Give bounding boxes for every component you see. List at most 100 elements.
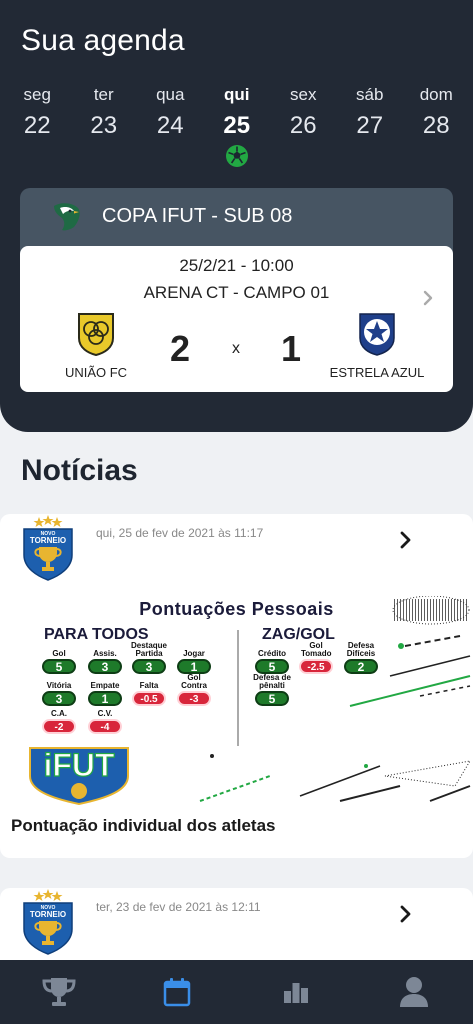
- score-item: Jogar 1: [176, 650, 212, 674]
- day-sex[interactable]: sex 26: [270, 84, 337, 168]
- news-headline: Pontuação individual dos atletas: [11, 816, 276, 835]
- day-name: qua: [156, 85, 185, 104]
- score-label: Crédito: [258, 649, 286, 658]
- away-score: 1: [281, 328, 302, 369]
- match-date: 25/2/21 - 10:00: [179, 256, 294, 275]
- day-dom[interactable]: dom 28: [403, 84, 470, 168]
- score-label: C.V.: [97, 709, 113, 718]
- score-value: 5: [42, 659, 76, 674]
- day-name: ter: [93, 85, 114, 104]
- score-item: Gol 5: [41, 650, 77, 674]
- score-item: Vitória 3: [41, 682, 77, 706]
- score-item: Gol Contra -3: [176, 674, 212, 706]
- score-item: Defesa Difíceis 2: [343, 642, 379, 674]
- svg-text:TORNEIO: TORNEIO: [30, 536, 66, 545]
- svg-text:TORNEIO: TORNEIO: [30, 910, 66, 919]
- day-name: sáb: [356, 85, 384, 104]
- score-item: Falta -0.5: [131, 682, 167, 706]
- day-number: 22: [23, 112, 51, 139]
- score-label: Gol Tomado: [301, 641, 332, 658]
- score-value: 1: [177, 659, 211, 674]
- day-name: qui: [224, 85, 250, 104]
- match-card[interactable]: COPA IFUT - SUB 08 25/2/21 - 10:00 ARENA…: [20, 188, 453, 392]
- day-seg[interactable]: seg 22: [4, 84, 71, 168]
- nav-tournaments[interactable]: [0, 960, 118, 1024]
- nav-profile[interactable]: [355, 960, 473, 1024]
- score-label: Defesa de pênalti: [253, 673, 291, 690]
- score-item: Gol Tomado -2.5: [298, 642, 334, 674]
- score-label: Defesa Difíceis: [346, 641, 376, 658]
- score-value: 1: [88, 691, 122, 706]
- score-item: Crédito 5: [254, 650, 290, 674]
- away-team: ESTRELA AZUL: [322, 312, 432, 380]
- score-item: C.V. -4: [87, 710, 123, 734]
- score-value: 5: [255, 691, 289, 706]
- eagle-logo-icon: [54, 203, 80, 231]
- score-separator: x: [232, 340, 240, 357]
- day-name: sex: [290, 85, 317, 104]
- home-team-name: UNIÃO FC: [64, 365, 128, 380]
- score-item: Destaque Partida 3: [131, 642, 167, 674]
- day-sab[interactable]: sáb 27: [337, 84, 404, 168]
- day-name: seg: [23, 85, 51, 104]
- league-name: COPA IFUT - SUB 08: [102, 205, 293, 227]
- score-value: 3: [42, 691, 76, 706]
- chevron-right-icon[interactable]: [420, 289, 436, 307]
- day-number: 23: [90, 112, 118, 139]
- score-value: -2: [42, 719, 76, 734]
- ranking-icon: [283, 983, 308, 1003]
- nav-ranking[interactable]: [237, 960, 355, 1024]
- day-number: 26: [289, 112, 317, 139]
- day-number: 27: [356, 112, 384, 139]
- image-title: Pontuações Pessoais: [139, 599, 334, 619]
- chevron-right-icon[interactable]: [399, 530, 413, 550]
- match-details[interactable]: 25/2/21 - 10:00 ARENA CT - CAMPO 01 UNIÃ…: [20, 246, 453, 392]
- profile-icon: [399, 977, 428, 1007]
- novo-torneio-logo-icon: NOVO TORNEIO: [23, 515, 73, 581]
- score-label: Gol: [52, 649, 66, 658]
- day-qui-selected[interactable]: qui 25: [204, 84, 271, 168]
- score-value: -3: [177, 691, 211, 706]
- estrela-azul-crest-icon: [359, 313, 395, 356]
- nav-agenda-active[interactable]: [118, 960, 236, 1024]
- score-value: -4: [88, 719, 122, 734]
- ifut-logo-text: iFUT: [43, 747, 115, 783]
- home-score: 2: [170, 328, 191, 369]
- news-card[interactable]: NOVO TORNEIO qui, 25 de fev de 2021 às 1…: [0, 514, 473, 858]
- day-name: dom: [419, 85, 453, 104]
- week-day-selector: seg 22 ter 23 qua 24 qui 25 sex 26 sáb 2…: [4, 84, 470, 168]
- soccer-ball-icon: [225, 145, 248, 167]
- away-team-name: ESTRELA AZUL: [329, 365, 425, 380]
- day-ter[interactable]: ter 23: [71, 84, 138, 168]
- score-label: Jogar: [183, 649, 205, 658]
- score-label: Falta: [139, 681, 159, 690]
- news-section-title: Notícias: [21, 454, 138, 487]
- score-value: 2: [344, 659, 378, 674]
- score-value: 3: [88, 659, 122, 674]
- novo-torneio-logo-icon: NOVO TORNEIO: [23, 889, 73, 955]
- score-item: C.A. -2: [41, 710, 77, 734]
- agenda-section: Sua agenda seg 22 ter 23 qua 24 qui 25 s…: [0, 0, 473, 432]
- uniao-fc-crest-icon: [78, 313, 114, 356]
- score-label: Empate: [90, 681, 120, 690]
- score-label: Destaque Partida: [130, 641, 167, 658]
- day-number: 28: [422, 112, 450, 139]
- calendar-icon: [164, 978, 191, 1007]
- news-timestamp: ter, 23 de fev de 2021 às 12:11: [96, 900, 261, 914]
- score-item: Assis. 3: [87, 650, 123, 674]
- score-item: Empate 1: [87, 682, 123, 706]
- match-venue: ARENA CT - CAMPO 01: [143, 283, 330, 302]
- score-value: 5: [255, 659, 289, 674]
- score-value: -2.5: [299, 659, 333, 674]
- score-value: 3: [132, 659, 166, 674]
- chevron-right-icon[interactable]: [399, 904, 413, 924]
- score-value: -0.5: [132, 691, 166, 706]
- bottom-navigation: [0, 960, 473, 1024]
- score-label: C.A.: [51, 709, 67, 718]
- agenda-title: Sua agenda: [21, 24, 185, 57]
- trophy-icon: [42, 978, 76, 1006]
- home-team: UNIÃO FC: [41, 312, 151, 380]
- day-qua[interactable]: qua 24: [137, 84, 204, 168]
- news-image: iFUT Pontuações Pessoais PARA TODOS ZAG/…: [0, 596, 473, 806]
- score-item: Defesa de pênalti 5: [253, 673, 291, 706]
